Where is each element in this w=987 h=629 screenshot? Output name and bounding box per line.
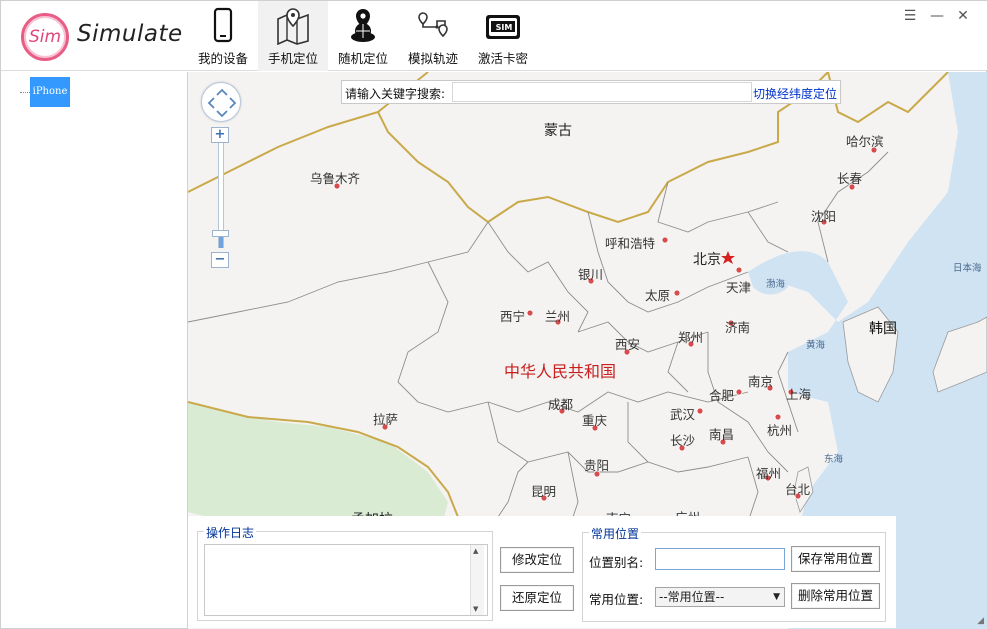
restore-location-button[interactable]: 还原定位 [500,585,574,611]
save-favorite-button[interactable]: 保存常用位置 [791,546,880,572]
nav-phone-location[interactable]: 手机定位 [258,1,328,71]
map-pin-icon [277,8,309,45]
map-label-city: 哈尔滨 [846,134,884,149]
map-label-bohai: 渤海 [766,279,786,290]
map-label-city: 天津 [726,280,752,295]
nav-random-location[interactable]: 随机定位 [328,1,398,71]
chevron-down-icon: ▼ [773,592,780,602]
nav-label: 模拟轨迹 [407,51,458,66]
map-label-city: 合肥 [709,388,735,403]
map-label-japan-sea: 日本海 [953,263,982,274]
search-label: 请输入关键字搜索: [345,87,446,101]
logo-text: Sim [28,27,62,47]
zoom-slider-thumb[interactable] [212,230,229,237]
map-label-city: 西宁 [500,309,526,324]
map-label-city: 南京 [748,374,774,389]
switch-coordinate-link[interactable]: 切换经纬度定位 [753,85,837,102]
globe-pin-icon [351,9,375,42]
pan-arrows-icon [207,88,237,118]
sim-card-icon: SIM [486,15,520,39]
log-scrollbar[interactable]: ▲ ▼ [470,545,484,615]
route-icon [418,12,448,38]
scroll-up-icon[interactable]: ▲ [473,547,478,555]
map-label-city: 南昌 [709,427,735,442]
map-label-city: 郑州 [678,330,704,345]
map-label-city: 太原 [645,288,671,303]
tree-connector [20,92,30,93]
log-textarea[interactable] [204,544,488,616]
log-group: 操作日志 ▲ ▼ [197,524,493,621]
nav-activate-card[interactable]: SIM 激活卡密 [468,1,538,71]
map-label-city: 拉萨 [373,412,399,427]
map-label-city: 北京 [693,252,721,268]
map-label-city: 福州 [756,466,782,481]
map-label-city: 杭州 [767,423,793,438]
close-button[interactable]: ✕ [954,7,972,25]
map-label-city: 乌鲁木齐 [310,171,361,186]
map-label-city: 昆明 [531,484,557,499]
logo: Sim [21,13,69,61]
log-title: 操作日志 [204,524,257,541]
delete-favorite-button[interactable]: 删除常用位置 [791,583,880,609]
resize-grip-icon[interactable]: ◢ [977,616,984,626]
map-search-bar: 请输入关键字搜索: 切换经纬度定位 [341,80,841,104]
top-toolbar: Sim Simulate 我的设备 手机定位 随机定位 模拟轨迹 SIM 激活卡… [1,1,987,71]
map-label-korea: 韩国 [869,321,897,337]
phone-icon [213,7,233,43]
zoom-out-button[interactable]: − [211,252,229,268]
map-label-city: 呼和浩特 [605,236,656,251]
minimize-button[interactable]: — [928,7,946,25]
nav-label: 激活卡密 [477,51,528,66]
map-label-city: 武汉 [670,407,696,422]
map-label-city: 兰州 [545,309,571,324]
nav-label: 手机定位 [267,51,318,66]
map-label-city: 长春 [837,171,863,186]
map-label-east-sea: 东海 [824,454,844,465]
alias-input[interactable] [655,548,785,570]
favorites-title: 常用位置 [589,525,642,542]
tree-item-iphone[interactable]: iPhone [30,77,70,107]
map-label-city: 银川 [578,267,604,282]
menu-button[interactable]: ☰ [901,7,919,25]
nav-label: 我的设备 [197,51,248,66]
zoom-in-button[interactable]: + [211,127,229,143]
scroll-down-icon[interactable]: ▼ [473,605,478,613]
map-label-city: 重庆 [582,413,608,428]
map-label-city: 济南 [725,320,751,335]
map-label-city: 西安 [615,337,641,352]
map-label-city: 上海 [786,387,812,402]
favorites-select[interactable]: --常用位置-- ▼ [655,587,785,607]
map-label-yellow-sea: 黄海 [806,340,826,351]
alias-label: 位置别名: [589,555,644,570]
favorites-group: 常用位置 位置别名: 保存常用位置 常用位置: --常用位置-- ▼ 删除常用位… [582,525,886,622]
favorites-select-label: 常用位置: [589,592,644,607]
favorites-select-value: --常用位置-- [659,590,725,604]
map-label-city: 长沙 [670,433,696,448]
nav-simulate-route[interactable]: 模拟轨迹 [398,1,468,71]
map-label-china: 中华人民共和国 [504,362,617,381]
map-label-mongolia: 蒙古 [544,123,572,139]
nav-label: 随机定位 [337,51,388,66]
map-label-city: 成都 [548,397,574,412]
app-brand: Simulate [77,21,183,47]
map-label-city: 贵阳 [584,458,610,473]
svg-text:SIM: SIM [496,23,513,32]
device-tree: iPhone [1,72,188,628]
bottom-panel: 操作日志 ▲ ▼ 修改定位 还原定位 常用位置 位置别名: 保存常用位置 常用位… [188,516,896,628]
app-window: Sim Simulate 我的设备 手机定位 随机定位 模拟轨迹 SIM 激活卡… [0,0,987,629]
nav-my-devices[interactable]: 我的设备 [188,1,258,71]
map-label-city: 沈阳 [811,209,837,224]
map-label-city: 台北 [785,482,811,497]
modify-location-button[interactable]: 修改定位 [500,547,574,573]
pan-control[interactable] [201,82,241,122]
search-input[interactable] [452,82,752,102]
